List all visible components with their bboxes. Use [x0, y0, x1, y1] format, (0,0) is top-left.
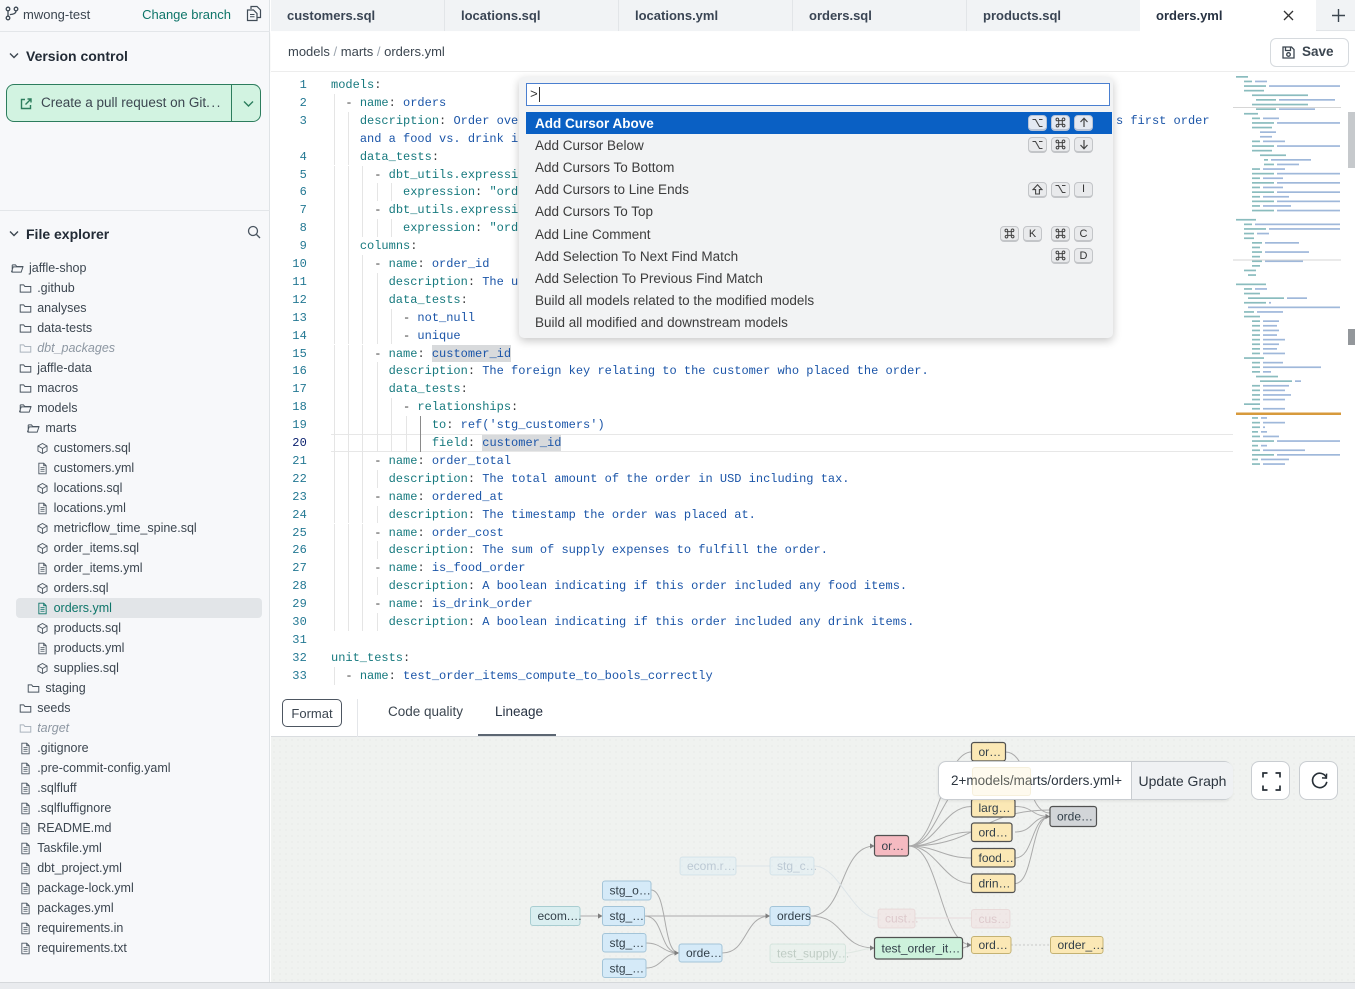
svg-text:stg_…: stg_… [610, 909, 645, 923]
svg-text:stg_…: stg_… [610, 962, 645, 976]
svg-text:drin…: drin… [979, 877, 1011, 891]
svg-text:ord…: ord… [979, 826, 1008, 840]
svg-text:stg_…: stg_… [610, 936, 645, 950]
svg-text:orde…: orde… [1057, 810, 1093, 824]
svg-text:stg_c…: stg_c… [777, 859, 818, 873]
svg-text:or…: or… [979, 745, 1002, 759]
svg-text:ecom.…: ecom.… [538, 909, 583, 923]
svg-text:stg_o…: stg_o… [610, 884, 651, 898]
svg-text:larg…: larg… [979, 801, 1011, 815]
svg-text:order_…: order_… [1058, 938, 1105, 952]
svg-text:test_order_it…: test_order_it… [882, 942, 961, 956]
svg-text:test_supply…: test_supply… [777, 947, 850, 961]
svg-text:ord…: ord… [979, 938, 1008, 952]
svg-text:cust…: cust… [885, 912, 919, 926]
svg-text:ecom.r…: ecom.r… [687, 859, 736, 873]
svg-text:or…: or… [882, 839, 905, 853]
svg-text:orde…: orde… [686, 946, 722, 960]
svg-text:orders: orders [777, 909, 811, 923]
svg-text:cus…: cus… [979, 912, 1010, 926]
svg-text:food…: food… [979, 851, 1014, 865]
